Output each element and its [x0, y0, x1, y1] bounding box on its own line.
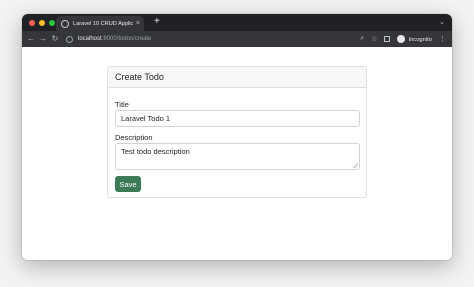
title-input-value: Laravel Todo 1: [121, 114, 171, 123]
description-textarea[interactable]: Test todo description: [115, 143, 360, 170]
browser-window: Laravel 10 CRUD Application | × + ⌄ ← → …: [22, 14, 452, 260]
save-button[interactable]: Save: [115, 176, 141, 192]
profile-chip[interactable]: Incognito: [397, 35, 432, 43]
tab-bar: Laravel 10 CRUD Application | × + ⌄: [22, 14, 452, 31]
forward-button[interactable]: →: [37, 31, 49, 47]
zoom-icon[interactable]: ⌕: [360, 35, 364, 43]
site-info-icon[interactable]: [66, 35, 73, 43]
resize-handle-icon[interactable]: [353, 163, 358, 168]
page-title: Create Todo: [115, 72, 164, 82]
title-input[interactable]: Laravel Todo 1: [115, 110, 360, 127]
active-tab[interactable]: Laravel 10 CRUD Application | ×: [56, 16, 144, 31]
toolbar-actions: ⌕ ☆ Incognito ⋮: [360, 31, 446, 47]
card-header: Create Todo: [108, 67, 366, 88]
side-panel-icon[interactable]: [384, 36, 391, 42]
minimize-window-button[interactable]: [39, 19, 45, 26]
description-textarea-value: Test todo description: [121, 147, 190, 156]
globe-icon: [61, 19, 69, 28]
tab-close-icon[interactable]: ×: [136, 20, 140, 27]
maximize-window-button[interactable]: [49, 19, 55, 26]
incognito-avatar-icon: [397, 35, 406, 43]
reload-button[interactable]: ↻: [49, 31, 61, 47]
tab-search-icon[interactable]: ⌄: [439, 16, 445, 29]
tab-title: Laravel 10 CRUD Application |: [73, 20, 133, 27]
page-content: Create Todo Title Laravel Todo 1 Descrip…: [22, 47, 452, 260]
create-todo-card: Create Todo Title Laravel Todo 1 Descrip…: [107, 66, 367, 198]
close-window-button[interactable]: [29, 19, 35, 26]
back-button[interactable]: ←: [25, 31, 37, 47]
window-controls: [29, 19, 55, 26]
title-label: Title: [115, 100, 129, 109]
new-tab-button[interactable]: +: [154, 15, 160, 29]
browser-toolbar: ← → ↻ localhost :8000/todos/create ⌕ ☆ I…: [22, 31, 452, 47]
url-host: localhost: [78, 36, 102, 42]
more-menu-icon[interactable]: ⋮: [439, 35, 446, 43]
url-path: :8000/todos/create: [101, 36, 152, 42]
bookmark-star-icon[interactable]: ☆: [371, 35, 377, 43]
address-bar[interactable]: localhost :8000/todos/create: [64, 33, 354, 45]
description-label: Description: [115, 133, 153, 142]
profile-label: Incognito: [408, 36, 432, 43]
